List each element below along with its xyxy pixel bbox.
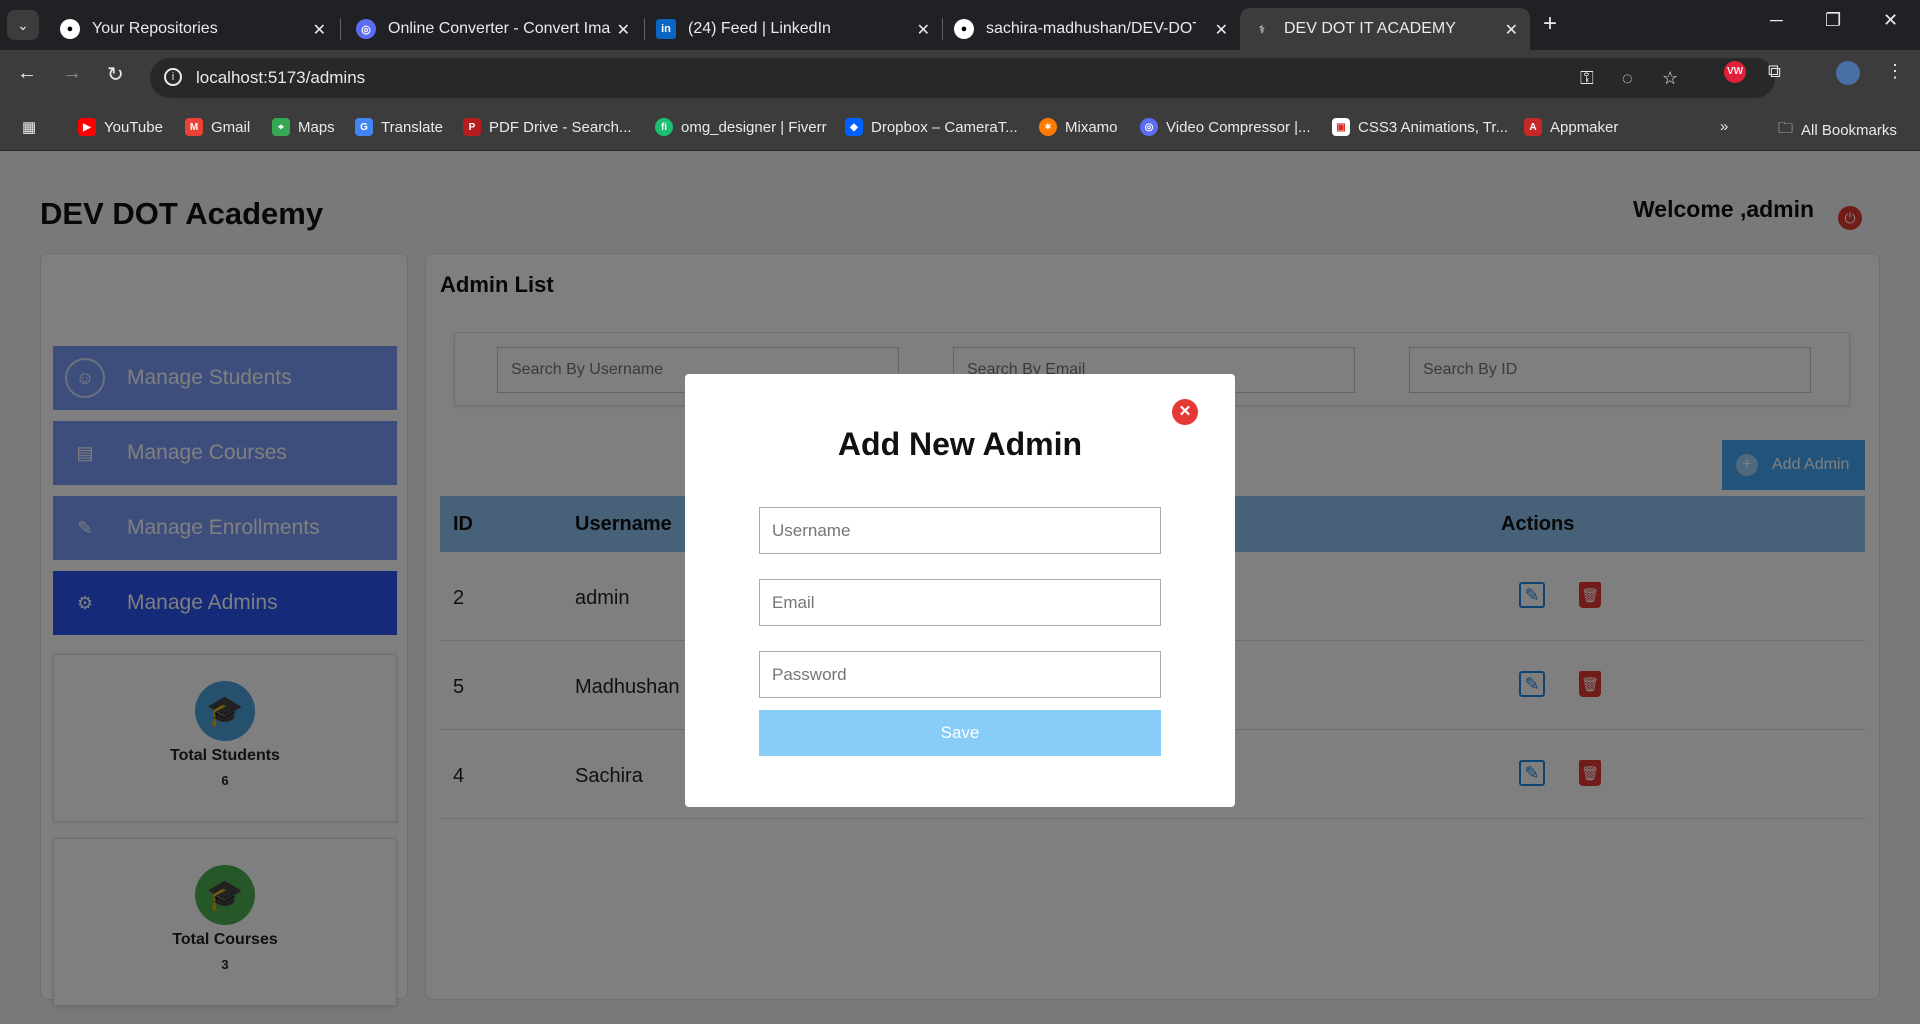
github-icon: ● (60, 19, 80, 39)
close-tab-icon[interactable]: ✕ (917, 20, 930, 40)
close-tab-icon[interactable]: ✕ (617, 20, 630, 40)
email-field[interactable] (759, 579, 1161, 626)
eye-off-icon[interactable]: ◌ (1622, 68, 1633, 89)
more-bookmarks-icon[interactable]: » (1720, 118, 1728, 135)
window-close-icon[interactable]: ✕ (1883, 10, 1898, 31)
bookmark-fiverr[interactable]: fi omg_designer | Fiverr (655, 118, 827, 136)
password-field[interactable] (759, 651, 1161, 698)
extension-vw-icon[interactable]: VW (1724, 61, 1746, 83)
close-tab-icon[interactable]: ✕ (313, 20, 326, 40)
bookmark-css3-animations[interactable]: ▣ CSS3 Animations, Tr... (1332, 118, 1508, 136)
fiverr-icon: fi (655, 118, 673, 136)
browser-tab[interactable]: ● Your Repositories ✕ (48, 8, 338, 50)
restore-icon[interactable]: ❐ (1825, 10, 1841, 31)
extensions-icon[interactable]: ⧉ (1768, 61, 1781, 82)
close-tab-icon[interactable]: ✕ (1215, 20, 1228, 40)
browser-tab[interactable]: ● sachira-madhushan/DEV-DOT-I ✕ (942, 8, 1240, 50)
css3-icon: ▣ (1332, 118, 1350, 136)
url-text[interactable]: localhost:5173/admins (196, 68, 365, 88)
profile-avatar[interactable] (1836, 61, 1860, 85)
bookmark-maps[interactable]: ⌖ Maps (272, 118, 335, 136)
bookmark-gmail[interactable]: M Gmail (185, 118, 250, 136)
bookmark-pdf-drive[interactable]: P PDF Drive - Search... (463, 118, 632, 136)
minimize-icon[interactable]: ─ (1770, 10, 1783, 31)
youtube-icon: ▶ (78, 118, 96, 136)
apps-grid-icon[interactable]: ▦ (22, 118, 36, 136)
browser-tab-bar: ⌄ ● Your Repositories ✕ ◎ Online Convert… (0, 0, 1920, 50)
compressor-icon: ◎ (1140, 118, 1158, 136)
linkedin-icon: in (656, 19, 676, 39)
new-tab-button[interactable]: + (1543, 10, 1557, 38)
save-button[interactable]: Save (759, 710, 1161, 756)
browser-tab-active[interactable]: ⚕ DEV DOT IT ACADEMY ✕ (1240, 8, 1530, 50)
appmaker-icon: A (1524, 118, 1542, 136)
bookmark-video-compressor[interactable]: ◎ Video Compressor |... (1140, 118, 1311, 136)
address-bar[interactable]: i localhost:5173/admins ⚿ ◌ ☆ (150, 58, 1775, 98)
browser-tab[interactable]: ◎ Online Converter - Convert Ima ✕ (344, 8, 642, 50)
folder-icon: 🗀 (1778, 120, 1794, 137)
bookmark-translate[interactable]: G Translate (355, 118, 443, 136)
mixamo-icon: ✶ (1039, 118, 1057, 136)
star-icon[interactable]: ☆ (1662, 68, 1678, 89)
forward-icon[interactable]: → (62, 62, 82, 85)
bookmark-appmaker[interactable]: A Appmaker (1524, 118, 1618, 136)
bookmark-mixamo[interactable]: ✶ Mixamo (1039, 118, 1118, 136)
converter-icon: ◎ (356, 19, 376, 39)
add-admin-modal: ✕ Add New Admin Save (685, 374, 1235, 807)
close-icon[interactable]: ✕ (1172, 399, 1198, 425)
browser-toolbar: ← → ↻ i localhost:5173/admins ⚿ ◌ ☆ VW ⧉… (0, 50, 1920, 107)
bookmark-youtube[interactable]: ▶ YouTube (78, 118, 163, 136)
key-icon[interactable]: ⚿ (1580, 68, 1594, 89)
all-bookmarks[interactable]: 🗀 All Bookmarks (1778, 118, 1897, 143)
reload-icon[interactable]: ↻ (107, 62, 124, 87)
browser-tab[interactable]: in (24) Feed | LinkedIn ✕ (644, 8, 942, 50)
pdf-icon: P (463, 118, 481, 136)
back-icon[interactable]: ← (17, 62, 37, 85)
translate-icon: G (355, 118, 373, 136)
page-icon: ⚕ (1259, 23, 1265, 36)
username-field[interactable] (759, 507, 1161, 554)
close-tab-icon[interactable]: ✕ (1505, 20, 1518, 40)
github-icon: ● (954, 19, 974, 39)
site-info-icon[interactable]: i (164, 68, 182, 86)
maps-icon: ⌖ (272, 118, 290, 136)
tab-search-button[interactable]: ⌄ (7, 10, 39, 40)
gmail-icon: M (185, 118, 203, 136)
bookmark-dropbox[interactable]: ◆ Dropbox – CameraT... (845, 118, 1018, 136)
modal-title: Add New Admin (837, 426, 1083, 462)
menu-kebab-icon[interactable]: ⋮ (1886, 61, 1904, 82)
bookmarks-bar: ▦ ▶ YouTube M Gmail ⌖ Maps G Translate P PDF … (0, 107, 1920, 151)
dropbox-icon: ◆ (845, 118, 863, 136)
